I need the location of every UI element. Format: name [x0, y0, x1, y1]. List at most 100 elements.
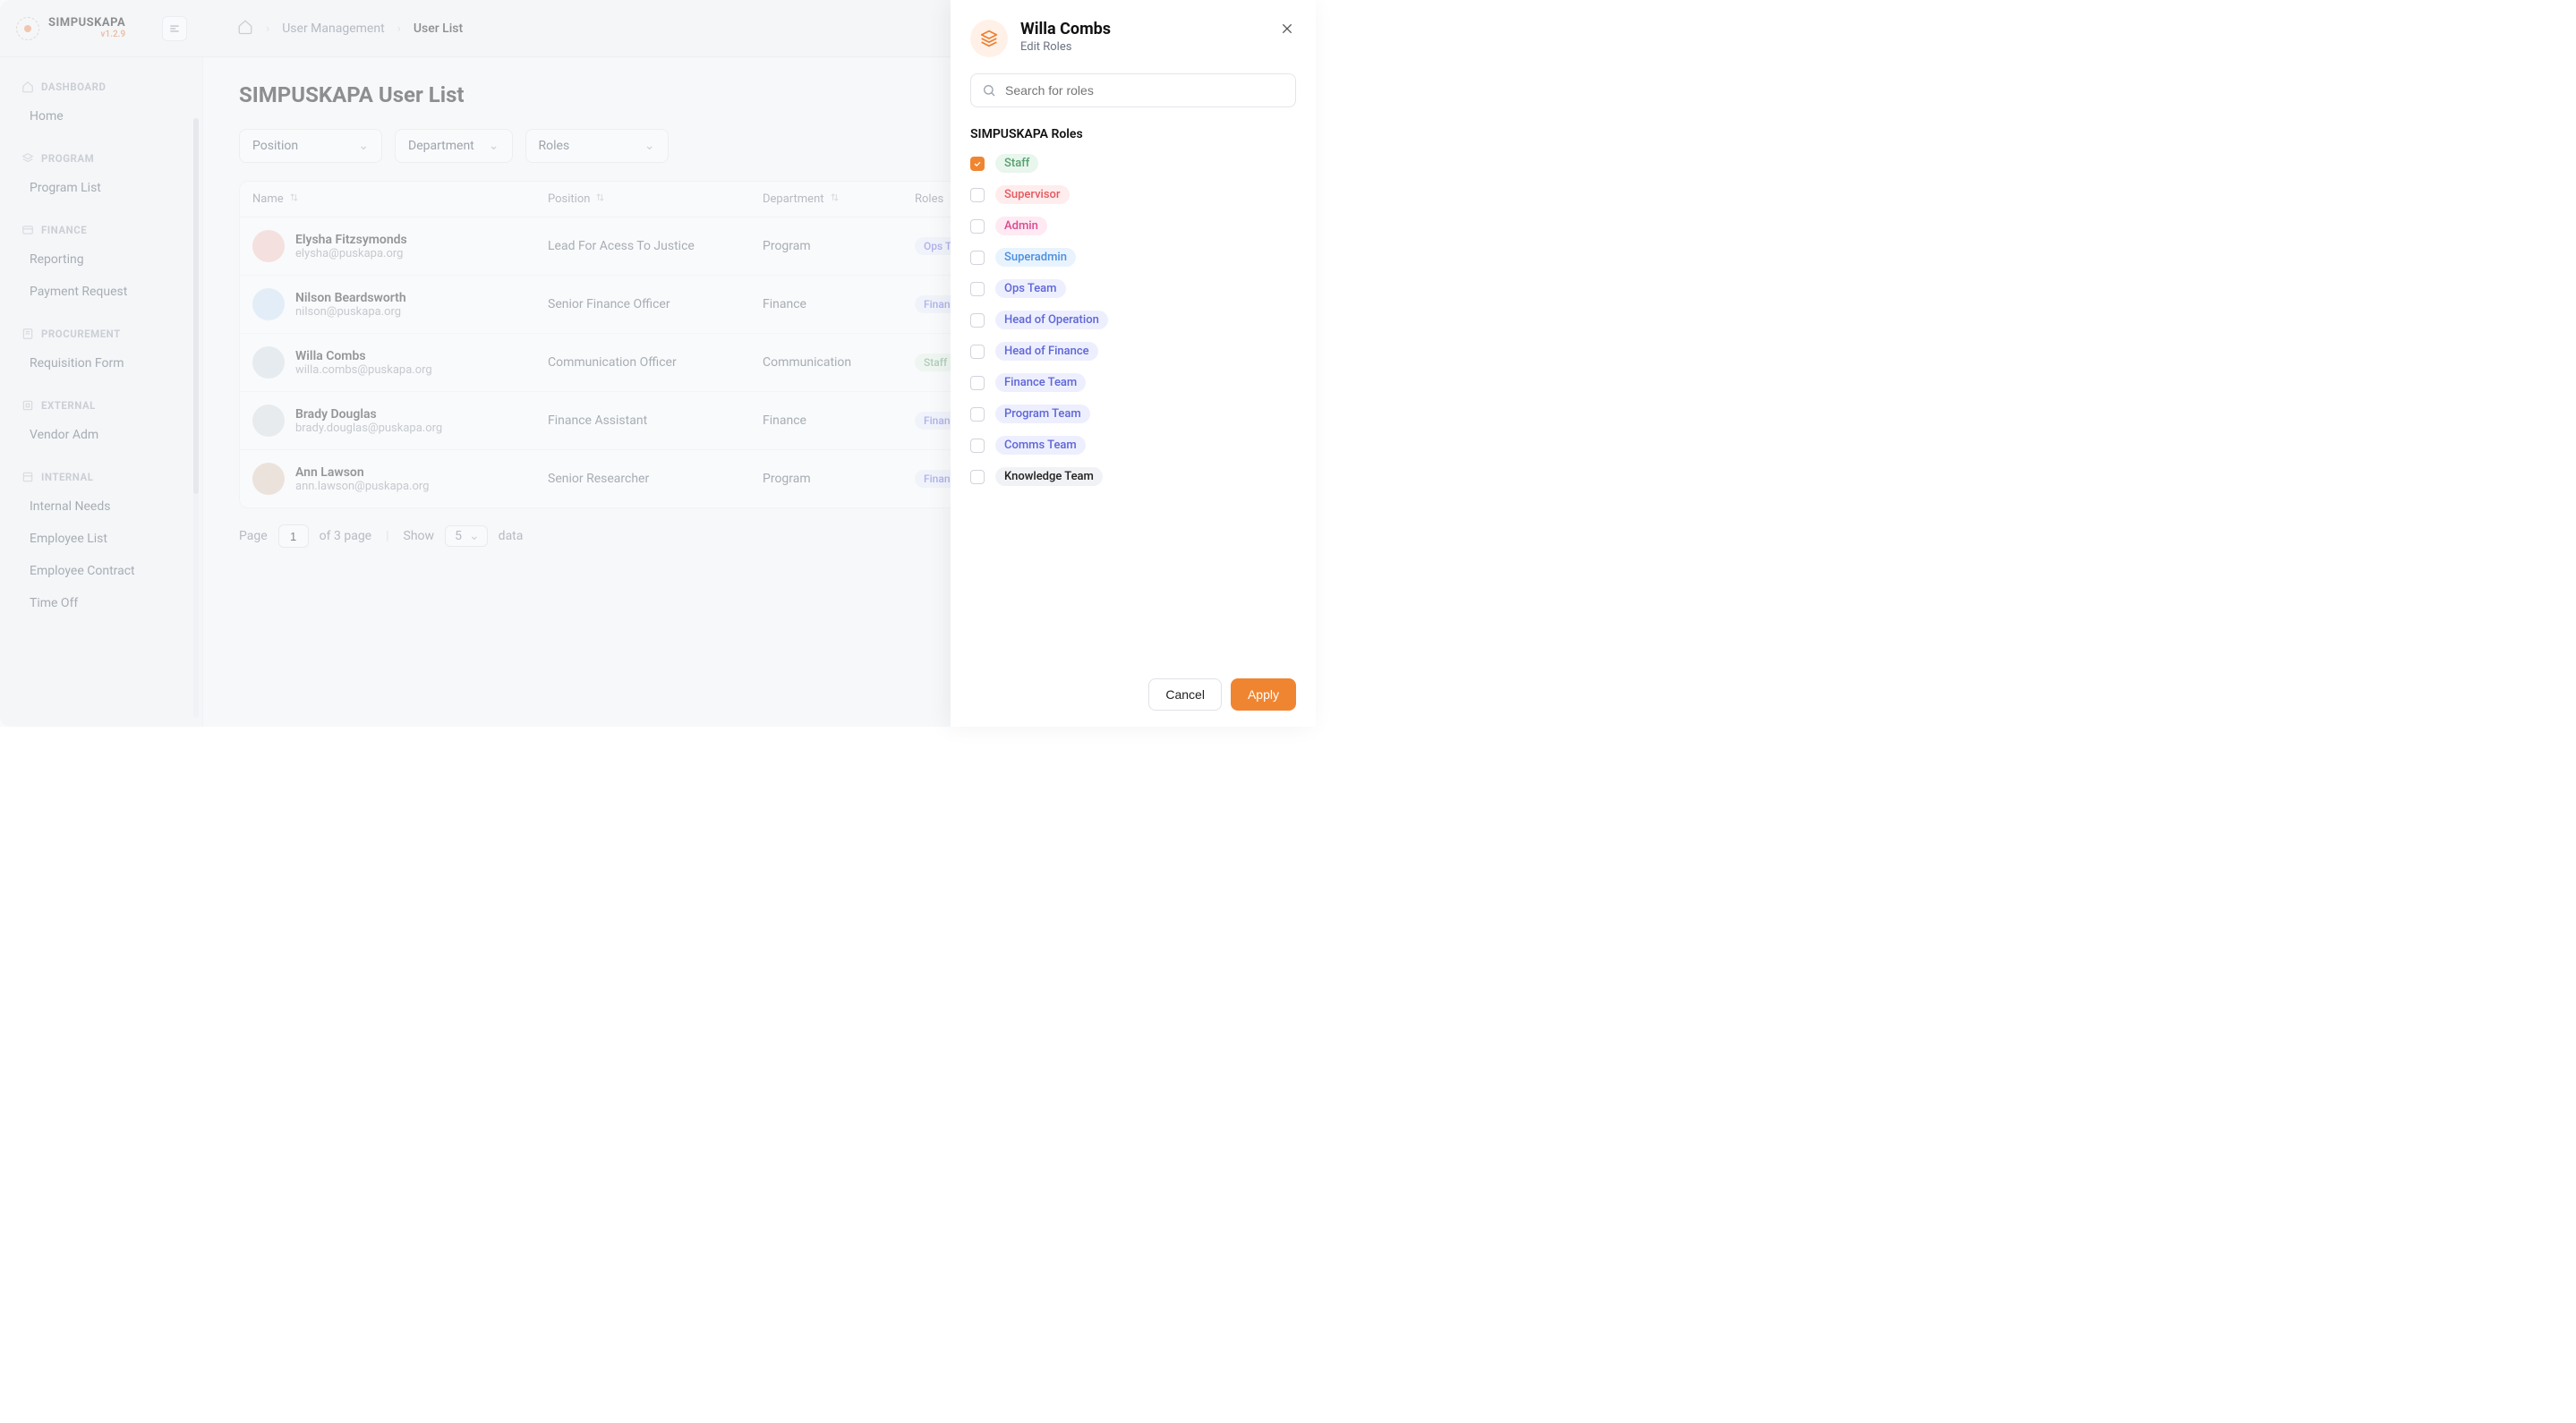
- sidebar-item-employee-list[interactable]: Employee List: [0, 523, 202, 555]
- th-department[interactable]: Department: [763, 192, 915, 206]
- checkbox[interactable]: [970, 282, 985, 296]
- checkbox[interactable]: [970, 188, 985, 202]
- sidebar-item-vendor-adm[interactable]: Vendor Adm: [0, 419, 202, 451]
- close-icon: [1280, 21, 1294, 36]
- sidebar-item-payment-request[interactable]: Payment Request: [0, 276, 202, 308]
- nav-section-label: PROGRAM: [41, 152, 94, 165]
- sort-icon: [830, 192, 840, 206]
- nav-section-external: EXTERNAL: [0, 392, 202, 419]
- nav-section-procurement: PROCUREMENT: [0, 320, 202, 347]
- role-item-comms-team[interactable]: Comms Team: [970, 436, 1296, 455]
- layers-icon: [970, 20, 1008, 57]
- close-button[interactable]: [1278, 20, 1296, 38]
- user-email: elysha@puskapa.org: [295, 247, 407, 260]
- checkbox[interactable]: [970, 313, 985, 328]
- user-email: nilson@puskapa.org: [295, 305, 406, 319]
- chevron-down-icon: ⌄: [489, 139, 499, 153]
- filter-label: Position: [252, 139, 298, 153]
- filter-label: Department: [408, 139, 474, 153]
- cell-name: Elysha Fitzsymonds elysha@puskapa.org: [252, 230, 548, 262]
- cell-name: Nilson Beardsworth nilson@puskapa.org: [252, 288, 548, 320]
- avatar: [252, 463, 285, 495]
- role-label: Admin: [995, 217, 1047, 235]
- checkbox[interactable]: [970, 345, 985, 359]
- role-item-superadmin[interactable]: Superadmin: [970, 248, 1296, 267]
- sidebar-item-program-list[interactable]: Program List: [0, 172, 202, 204]
- role-label: Comms Team: [995, 436, 1086, 455]
- sidebar-item-requisition-form[interactable]: Requisition Form: [0, 347, 202, 379]
- role-item-staff[interactable]: Staff: [970, 154, 1296, 173]
- cell-department: Finance: [763, 413, 915, 428]
- sidebar-item-time-off[interactable]: Time Off: [0, 587, 202, 619]
- nav-section-dashboard: DASHBOARD: [0, 73, 202, 100]
- cell-name: Brady Douglas brady.douglas@puskapa.org: [252, 405, 548, 437]
- role-label: Head of Finance: [995, 342, 1098, 361]
- cell-position: Senior Finance Officer: [548, 297, 763, 311]
- sidebar-item-home[interactable]: Home: [0, 100, 202, 132]
- role-item-program-team[interactable]: Program Team: [970, 405, 1296, 423]
- role-item-admin[interactable]: Admin: [970, 217, 1296, 235]
- role-label: Superadmin: [995, 248, 1076, 267]
- search-roles-input[interactable]: [1005, 83, 1284, 98]
- filter-roles[interactable]: Roles ⌄: [525, 129, 669, 163]
- show-select[interactable]: 5 ⌄: [445, 525, 488, 547]
- user-email: willa.combs@puskapa.org: [295, 363, 432, 377]
- cell-department: Communication: [763, 355, 915, 370]
- roles-heading: SIMPUSKAPA Roles: [970, 127, 1296, 141]
- th-position[interactable]: Position: [548, 192, 763, 206]
- role-item-supervisor[interactable]: Supervisor: [970, 185, 1296, 204]
- role-item-knowledge-team[interactable]: Knowledge Team: [970, 467, 1296, 486]
- breadcrumb-user-management[interactable]: User Management: [282, 21, 384, 36]
- user-email: brady.douglas@puskapa.org: [295, 422, 442, 435]
- cell-name: Ann Lawson ann.lawson@puskapa.org: [252, 463, 548, 495]
- checkbox[interactable]: [970, 219, 985, 234]
- chevron-right-icon: ›: [397, 21, 401, 36]
- role-label: Knowledge Team: [995, 467, 1103, 486]
- search-roles-input-wrapper[interactable]: [970, 73, 1296, 107]
- home-icon[interactable]: [237, 19, 253, 38]
- cancel-button[interactable]: Cancel: [1148, 678, 1222, 711]
- cell-name: Willa Combs willa.combs@puskapa.org: [252, 346, 548, 379]
- sidebar-item-employee-contract[interactable]: Employee Contract: [0, 555, 202, 587]
- checkbox[interactable]: [970, 470, 985, 484]
- role-label: Finance Team: [995, 373, 1086, 392]
- checkbox[interactable]: [970, 439, 985, 453]
- role-item-head-of-finance[interactable]: Head of Finance: [970, 342, 1296, 361]
- th-name[interactable]: Name: [252, 192, 548, 206]
- sidebar-toggle-button[interactable]: [162, 16, 187, 41]
- role-item-ops-team[interactable]: Ops Team: [970, 279, 1296, 298]
- sidebar-item-internal-needs[interactable]: Internal Needs: [0, 490, 202, 523]
- page-input[interactable]: [278, 524, 309, 548]
- show-label: Show: [404, 529, 435, 543]
- avatar: [252, 288, 285, 320]
- cell-department: Program: [763, 472, 915, 486]
- data-label: data: [499, 529, 524, 543]
- checkbox[interactable]: [970, 157, 985, 171]
- role-label: Program Team: [995, 405, 1090, 423]
- scrollbar-thumb[interactable]: [193, 118, 199, 494]
- edit-roles-drawer: Willa Combs Edit Roles SIMPUSKAPA Roles …: [951, 0, 1316, 727]
- checkbox[interactable]: [970, 251, 985, 265]
- nav-section-label: PROCUREMENT: [41, 328, 121, 340]
- avatar: [252, 346, 285, 379]
- role-item-head-of-operation[interactable]: Head of Operation: [970, 311, 1296, 329]
- show-value: 5: [455, 529, 462, 543]
- filter-department[interactable]: Department ⌄: [395, 129, 513, 163]
- apply-button[interactable]: Apply: [1231, 678, 1296, 711]
- user-name: Willa Combs: [295, 349, 432, 363]
- nav-section-program: PROGRAM: [0, 145, 202, 172]
- avatar: [252, 230, 285, 262]
- cell-position: Senior Researcher: [548, 472, 763, 486]
- nav-section-label: INTERNAL: [41, 471, 93, 483]
- checkbox[interactable]: [970, 407, 985, 422]
- user-name: Brady Douglas: [295, 407, 442, 422]
- nav-section-internal: INTERNAL: [0, 464, 202, 490]
- filter-position[interactable]: Position ⌄: [239, 129, 382, 163]
- checkbox[interactable]: [970, 376, 985, 390]
- drawer-title: Willa Combs: [1020, 20, 1111, 38]
- sidebar-item-reporting[interactable]: Reporting: [0, 243, 202, 276]
- cell-position: Communication Officer: [548, 355, 763, 370]
- role-label: Staff: [995, 154, 1038, 173]
- role-item-finance-team[interactable]: Finance Team: [970, 373, 1296, 392]
- role-label: Head of Operation: [995, 311, 1108, 329]
